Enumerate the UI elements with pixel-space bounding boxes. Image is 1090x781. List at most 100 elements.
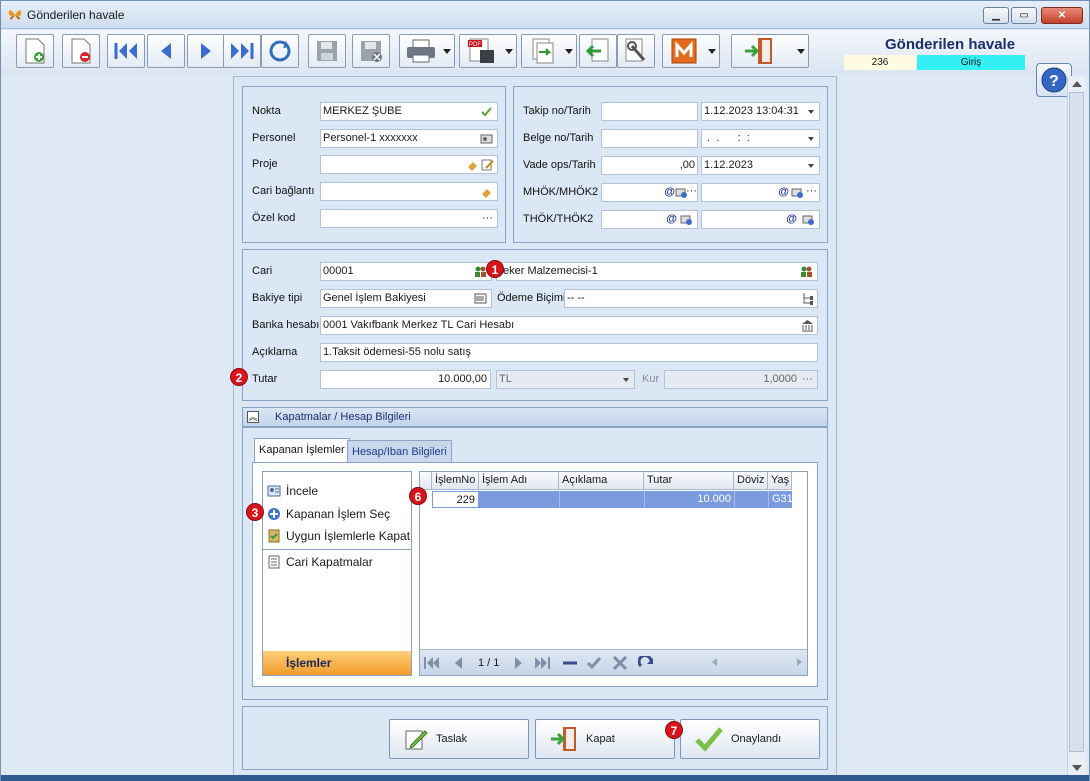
scroll-thumb[interactable] [1069,92,1084,752]
banka-field[interactable]: 0001 Vakıfbank Merkez TL Cari Hesabı [320,316,818,335]
aciklama-field[interactable]: 1.Taksit ödemesi-55 nolu satış [320,343,818,362]
proje-field[interactable] [320,155,498,174]
callout-badge-7: 7 [665,721,683,739]
close-icon: ✕ [1057,10,1067,21]
transfer-doc-icon [532,38,554,64]
cari-name-field[interactable]: eker Malzemecisi-1 [496,262,818,281]
cell-islem-adi[interactable] [479,491,559,508]
mhok-field[interactable]: @ ··· [601,183,698,202]
action-uygun-islemlerle-kapat[interactable]: Uygun İşlemlerle Kapat [267,529,410,543]
import-button[interactable] [579,34,617,68]
add-circle-icon [268,508,280,520]
wrench-doc-icon [625,38,646,62]
banka-label: Banka hesabı [252,319,320,331]
mhok-label: MHÖK/MHÖK2 [523,186,599,198]
action-incele[interactable]: İncele [267,484,318,498]
kur-field[interactable]: 1,0000 ··· [664,370,818,389]
kapat-button[interactable]: Kapat [535,719,675,759]
tutar-field[interactable]: 10.000,00 [320,370,491,389]
ellipsis-icon: ··· [686,185,697,197]
kapatmalar-group-header[interactable]: ︽ Kapatmalar / Hesap Bilgileri [242,407,828,427]
tab-kapanan-islemler[interactable]: Kapanan İşlemler [254,438,350,463]
taslak-button[interactable]: Taslak [389,719,529,759]
column-header[interactable]: İşlemNo [432,472,479,490]
vade-ops-field[interactable]: ,00 [601,156,698,175]
first-icon[interactable] [424,656,440,670]
currency-select[interactable]: TL [496,370,635,389]
cell-aciklama[interactable] [559,491,644,508]
tab-hesap-iban[interactable]: Hesap/Iban Bilgileri [347,440,452,464]
last-record-button[interactable] [223,34,261,68]
column-header[interactable]: İşlem Adı [479,472,559,490]
check-icon[interactable] [586,656,602,670]
at-icon: @ [666,213,677,225]
action-kapanan-islem-sec[interactable]: Kapanan İşlem Seç [267,507,390,521]
at-icon: @ [786,213,797,225]
refresh-button[interactable] [261,34,299,68]
m-logo-icon [671,38,697,64]
horizontal-scrollbar[interactable] [710,656,804,670]
save-close-button[interactable] [352,34,390,68]
delete-button[interactable] [62,34,100,68]
kapanan-islemler-grid: İşlemNo İşlem Adı Açıklama Tutar Döviz Y… [419,471,808,676]
belge-no-field[interactable] [601,129,698,148]
last-icon[interactable] [534,656,550,670]
takip-no-field[interactable] [601,102,698,121]
odeme-field[interactable]: -- -- [564,289,818,308]
column-header[interactable]: Tutar [644,472,734,490]
scroll-up-icon[interactable] [1072,81,1082,87]
tracking-panel: Takip no/Tarih 1.12.2023 13:04:31 Belge … [513,86,828,243]
cari-code-field[interactable]: 00001 [320,262,492,281]
cell-tutar[interactable]: 10.000 [644,491,734,508]
cell-doviz[interactable] [734,491,768,508]
first-record-button[interactable] [107,34,145,68]
belge-tarih-field[interactable]: . . : : [701,129,820,148]
vade-tarih-field[interactable]: 1.12.2023 [701,156,820,175]
maximize-button[interactable]: ▭ [1011,7,1037,24]
mhok2-field[interactable]: @ ··· [701,183,820,202]
save-button[interactable] [308,34,346,68]
prev-icon[interactable] [450,656,466,670]
transfer-button[interactable] [521,34,577,68]
cari-baglanti-field[interactable] [320,182,498,201]
thok-field[interactable]: @ [601,210,698,229]
next-record-button[interactable] [187,34,225,68]
tools-button[interactable] [617,34,655,68]
onaylandi-button[interactable]: Onaylandı [680,719,820,759]
ozel-kod-field[interactable]: ··· [320,209,498,228]
action-cari-kapatmalar[interactable]: Cari Kapatmalar [267,555,373,569]
bakiye-field[interactable]: Genel İşlem Bakiyesi [320,289,492,308]
minus-icon[interactable] [562,656,578,670]
group-title: Kapatmalar / Hesap Bilgileri [275,411,411,423]
column-header[interactable]: Açıklama [559,472,644,490]
scroll-right-icon[interactable] [797,658,802,666]
scroll-down-icon[interactable] [1072,765,1082,771]
takip-tarih-field[interactable]: 1.12.2023 13:04:31 [701,102,820,121]
new-button[interactable] [16,34,54,68]
grid-navigator: 1 / 1 [420,649,807,675]
export-pdf-button[interactable]: PDF [459,34,517,68]
people-icon [801,266,812,277]
close-button[interactable]: ✕ [1041,7,1083,24]
cell-yas[interactable]: G31 [768,491,792,508]
islemler-button[interactable]: İşlemler [263,651,411,675]
personel-field[interactable]: Personel-1 xxxxxxx [320,129,498,148]
save-close-icon [361,41,382,62]
scroll-left-icon[interactable] [712,658,717,666]
refresh-icon[interactable] [638,656,654,670]
cancel-icon[interactable] [612,656,628,670]
collapse-icon[interactable]: ︽ [247,411,259,423]
thok2-field[interactable]: @ [701,210,820,229]
prev-record-button[interactable] [147,34,185,68]
nokta-field[interactable]: MERKEZ ŞUBE [320,102,498,121]
m-button[interactable] [662,34,720,68]
bank-icon [802,320,813,332]
exit-button[interactable] [731,34,809,68]
minimize-button[interactable]: ▁ [983,7,1009,24]
vertical-scrollbar[interactable] [1067,76,1085,776]
column-header[interactable]: Döviz [734,472,768,490]
next-icon[interactable] [511,656,527,670]
cell-islem-no[interactable]: 229 [432,491,479,508]
column-header[interactable]: Yaş [768,472,792,490]
print-button[interactable] [399,34,455,68]
